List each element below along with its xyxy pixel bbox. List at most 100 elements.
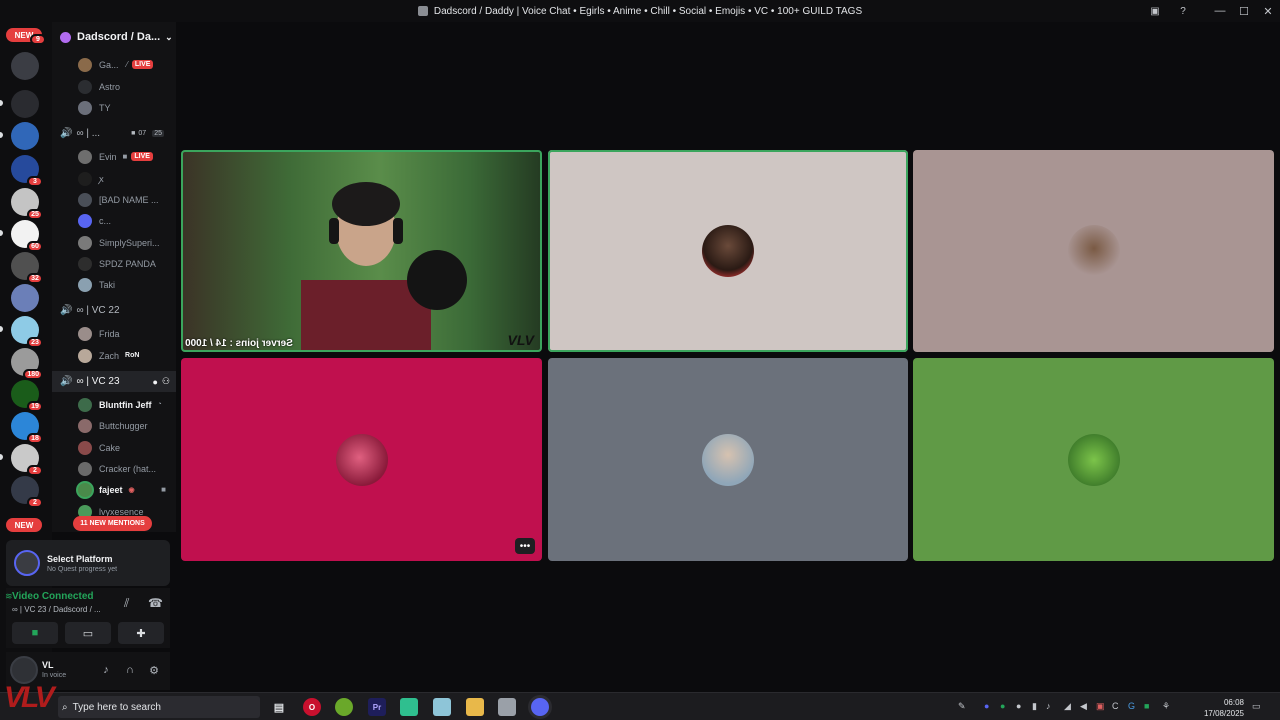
taskbar-search[interactable]: ⌕ Type here to search — [58, 696, 260, 718]
tray-app-icon[interactable]: C — [1112, 701, 1119, 711]
voice-channel-selected[interactable]: 🔊 ∞ | VC 23 ● ⚇ — [52, 371, 176, 392]
server-icon[interactable]: 180 — [11, 348, 43, 380]
screen-share-button[interactable]: ▭ — [65, 622, 111, 644]
close-icon[interactable]: ✕ — [1256, 0, 1280, 22]
server-icon[interactable] — [11, 122, 39, 150]
live-badge: LIVE — [131, 60, 154, 69]
discord-taskbar-icon[interactable] — [531, 698, 549, 716]
voice-user[interactable]: Astro — [52, 76, 176, 97]
avatar — [78, 256, 92, 271]
server-icon[interactable]: 19 — [11, 380, 43, 412]
voice-user[interactable]: Ga... ⁄ LIVE — [52, 54, 176, 75]
tray-app-icon[interactable]: ⚘ — [1162, 701, 1170, 712]
volume-icon[interactable]: ◀ — [1080, 701, 1087, 712]
voice-user[interactable]: fajeet ◉ ■ — [52, 479, 176, 500]
video-tile-camera[interactable]: Server joins : 14 / 1000 VLV — [181, 150, 542, 352]
notifications-icon[interactable]: ▭ — [1252, 701, 1261, 712]
server-icon[interactable] — [11, 90, 39, 118]
activities-button[interactable]: ✚ — [118, 622, 164, 644]
app-icon[interactable] — [400, 698, 418, 716]
video-tile[interactable] — [548, 358, 908, 561]
tray-app-icon[interactable]: ■ — [1144, 701, 1149, 711]
network-icon[interactable]: ◢ — [1064, 701, 1071, 712]
file-explorer-icon[interactable] — [466, 698, 484, 716]
voice-user[interactable]: Evin ■ LIVE — [52, 146, 176, 167]
minimize-icon[interactable]: — — [1208, 0, 1232, 22]
tray-app-icon[interactable]: ● — [1000, 701, 1005, 711]
help-icon[interactable]: ? — [1176, 4, 1190, 18]
tray-app-icon[interactable]: ▣ — [1096, 701, 1105, 712]
app-icon[interactable] — [498, 698, 516, 716]
voice-user[interactable]: TY — [52, 97, 176, 118]
quest-card[interactable]: Select Platform No Quest progress yet — [6, 540, 170, 586]
microphone-icon[interactable]: ♪ — [1046, 701, 1051, 711]
voice-user[interactable]: SPDZ PANDA — [52, 253, 176, 274]
voice-user[interactable]: Buttchugger — [52, 415, 176, 436]
invite-icon[interactable]: ⚇ — [162, 376, 170, 387]
voice-user[interactable]: c... — [52, 210, 176, 231]
tray-app-icon[interactable]: ● — [1016, 701, 1021, 711]
voice-user[interactable]: SimplySuperi... — [52, 232, 176, 253]
video-tile[interactable] — [913, 358, 1274, 561]
video-tile[interactable] — [548, 150, 908, 352]
screen-share-icon: ▭ — [82, 627, 94, 640]
voice-user[interactable]: Zach RoN — [52, 345, 176, 366]
tray-app-icon[interactable]: G — [1128, 701, 1135, 711]
server-icon[interactable]: 25 — [11, 188, 43, 220]
taskbar-clock[interactable]: 06:08 17/08/2025 — [1204, 697, 1244, 719]
camera-count: 07 — [138, 130, 147, 137]
task-view-icon[interactable]: ▤ — [270, 698, 288, 716]
voice-channel-name: ∞ | VC 23 — [76, 376, 120, 387]
inbox-icon[interactable]: ▣ — [1148, 4, 1162, 18]
headphones-icon[interactable]: ∩ — [122, 662, 138, 678]
camera-icon: ■ — [161, 485, 166, 494]
voice-user[interactable]: Frida — [52, 323, 176, 344]
video-tile[interactable] — [913, 150, 1274, 352]
video-tile[interactable]: ••• — [181, 358, 542, 561]
noise-suppression-icon[interactable]: ⫽ — [124, 596, 129, 611]
browser-icon[interactable] — [335, 698, 353, 716]
voice-status[interactable]: Video Connected — [12, 591, 94, 602]
camera-icon: ■ — [31, 627, 39, 639]
avatar[interactable] — [10, 656, 38, 684]
voice-user[interactable]: Cracker (hat... — [52, 458, 176, 479]
new-unreads-bottom-pill[interactable]: NEW — [6, 518, 42, 532]
pen-icon[interactable]: ✎ — [958, 701, 966, 712]
server-icon[interactable] — [11, 284, 39, 312]
server-icon[interactable]: 3 — [11, 155, 43, 187]
server-icon[interactable]: 32 — [11, 252, 43, 284]
avatar — [78, 171, 92, 186]
disconnect-icon[interactable]: ☎ — [148, 596, 163, 610]
participant-avatar — [1067, 225, 1120, 277]
server-icon[interactable]: 2 — [11, 444, 43, 476]
voice-user[interactable]: Bluntfin Jeff ◔ — [52, 394, 176, 415]
server-icon[interactable]: 23 — [11, 316, 43, 348]
premiere-icon[interactable]: Pr — [368, 698, 386, 716]
chat-icon[interactable]: ● — [152, 377, 157, 387]
voice-user[interactable]: Taki — [52, 274, 176, 295]
gear-icon[interactable]: ⚙ — [146, 662, 162, 678]
more-options-button[interactable]: ••• — [515, 538, 535, 554]
app-icon[interactable] — [433, 698, 451, 716]
voice-channel[interactable]: 🔊 ∞ | VC 22 — [52, 300, 176, 321]
tray-app-icon[interactable]: ● — [984, 701, 989, 711]
maximize-icon[interactable]: ☐ — [1232, 0, 1256, 22]
server-header[interactable]: Dadscord / Da... ⌄ — [52, 22, 176, 52]
voice-channel[interactable]: 🔊 ∞ | ... ■ 07 25 — [52, 123, 176, 144]
battery-icon[interactable]: ▮ — [1032, 701, 1037, 712]
server-icon[interactable]: 18 — [11, 412, 43, 444]
voice-location[interactable]: ∞ | VC 23 / Dadscord / ... — [12, 605, 101, 614]
voice-user[interactable]: [BAD NAME ... — [52, 189, 176, 210]
opera-icon[interactable]: O — [303, 698, 321, 716]
server-icon[interactable] — [11, 52, 39, 80]
avatar — [78, 149, 92, 164]
new-mentions-pill[interactable]: 11 NEW MENTIONS — [73, 516, 152, 531]
camera-button[interactable]: ■ — [12, 622, 58, 644]
server-icon[interactable]: 2 — [11, 476, 43, 508]
user-name[interactable]: VL — [42, 660, 54, 670]
microphone-icon[interactable]: ♪ — [98, 662, 114, 678]
server-icon[interactable]: 60 — [11, 220, 43, 252]
voice-user[interactable]: Cake — [52, 437, 176, 458]
voice-user[interactable]: ꭗ — [52, 168, 176, 189]
quest-title: Select Platform — [47, 553, 113, 564]
